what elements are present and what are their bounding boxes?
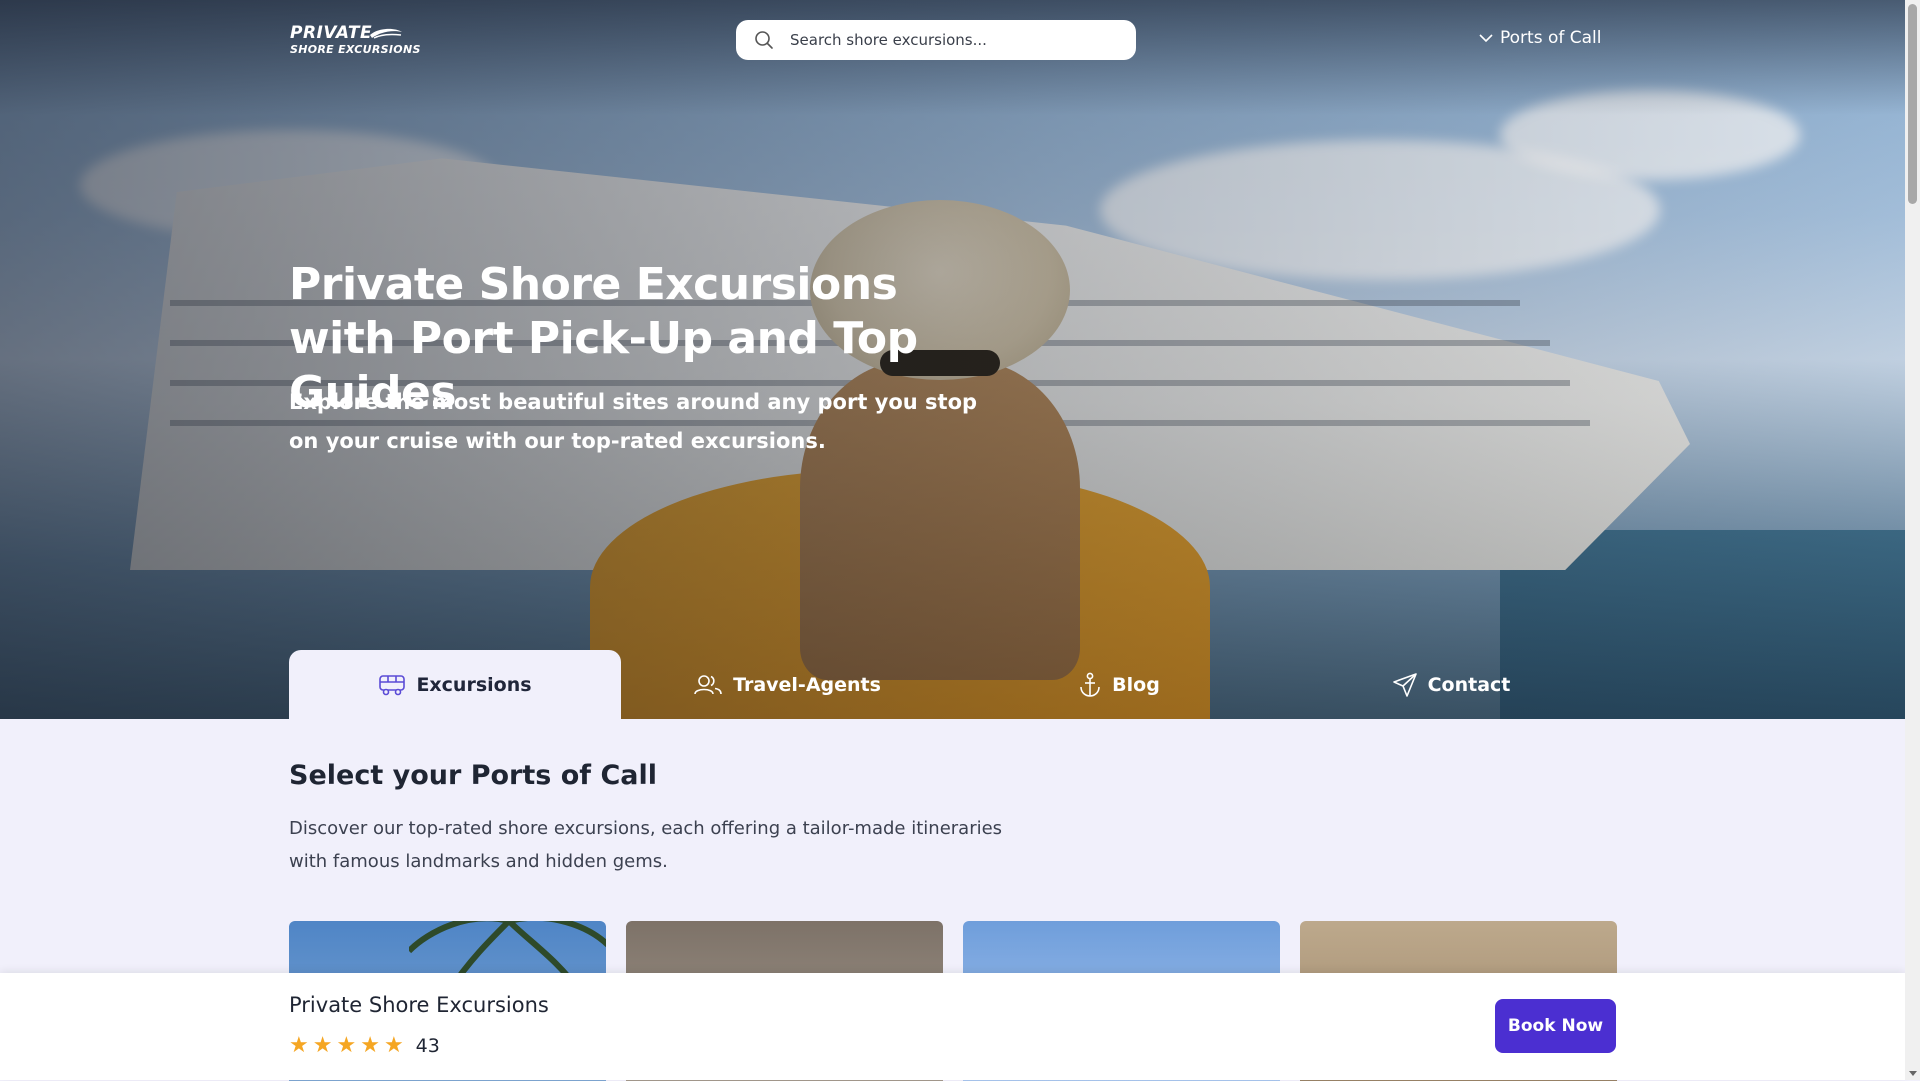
- ports-of-call-label: Ports of Call: [1500, 28, 1602, 48]
- tab-travel-agents[interactable]: Travel-Agents: [621, 650, 953, 719]
- star-icon: ★: [360, 1033, 380, 1058]
- scrollbar-thumb[interactable]: [1908, 4, 1917, 204]
- review-count: 43: [415, 1035, 440, 1057]
- logo-swoosh-icon: [370, 28, 402, 39]
- tab-contact[interactable]: Contact: [1285, 650, 1617, 719]
- rating: ★ ★ ★ ★ ★ 43: [289, 1033, 440, 1058]
- tab-excursions[interactable]: Excursions: [289, 650, 621, 719]
- hero-section: PRIVATE SHORE EXCURSIONS Ports of Call P…: [0, 0, 1905, 719]
- search-input[interactable]: [788, 30, 1112, 50]
- book-now-button[interactable]: Book Now: [1495, 999, 1616, 1053]
- bottom-booking-bar: Private Shore Excursions ★ ★ ★ ★ ★ 43 Bo…: [0, 973, 1905, 1080]
- bus-icon: [379, 674, 406, 695]
- tab-contact-label: Contact: [1427, 673, 1511, 696]
- scroll-down-arrow-icon[interactable]: [1909, 1071, 1917, 1076]
- booking-bar-title: Private Shore Excursions: [289, 993, 549, 1017]
- chevron-down-icon: [1479, 34, 1493, 43]
- main-tabs: Excursions Travel-Agents Blog Contact: [289, 650, 1617, 719]
- tab-blog[interactable]: Blog: [953, 650, 1285, 719]
- search-icon: [755, 31, 773, 49]
- star-icon: ★: [312, 1033, 333, 1058]
- send-icon: [1392, 672, 1417, 697]
- hero-subtitle: Explore the most beautiful sites around …: [289, 390, 978, 453]
- tab-blog-label: Blog: [1112, 673, 1160, 696]
- site-logo[interactable]: PRIVATE SHORE EXCURSIONS: [290, 25, 421, 56]
- tab-excursions-label: Excursions: [416, 673, 532, 696]
- star-icon: ★: [383, 1033, 404, 1058]
- star-icon: ★: [336, 1033, 357, 1058]
- ports-of-call-menu[interactable]: Ports of Call: [1478, 28, 1602, 48]
- ports-section-title: Select your Ports of Call: [289, 760, 657, 791]
- tab-travel-agents-label: Travel-Agents: [733, 673, 881, 696]
- ports-section-description: Discover our top-rated shore excursions,…: [289, 818, 1003, 872]
- users-icon: [694, 674, 722, 694]
- page-scrollbar[interactable]: [1905, 0, 1920, 1080]
- star-icon: ★: [289, 1033, 309, 1058]
- search-bar[interactable]: [736, 20, 1136, 60]
- anchor-icon: [1080, 672, 1100, 697]
